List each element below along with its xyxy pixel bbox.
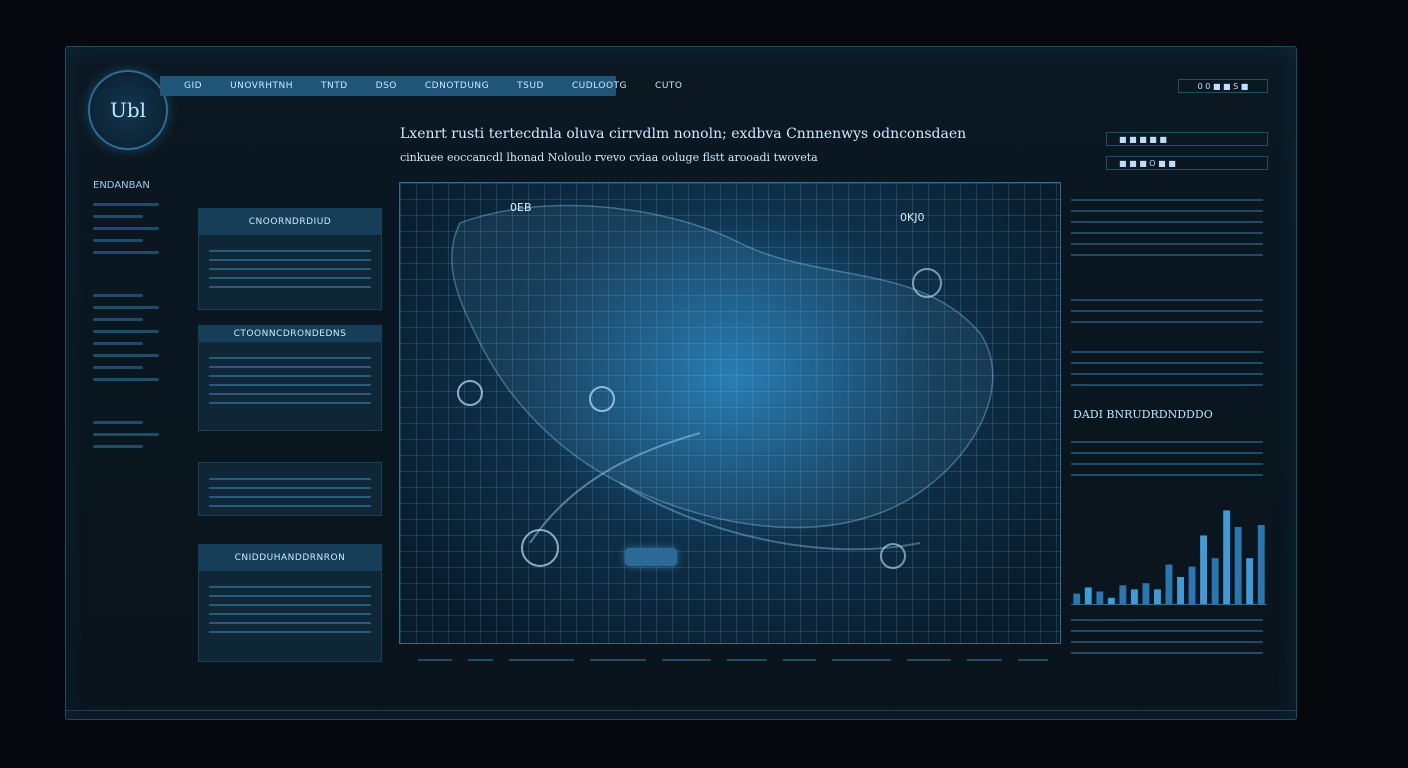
info-panel-1: CNOORNDRDIUD xyxy=(198,208,382,310)
sidebar-item[interactable] xyxy=(93,239,143,242)
logo-badge[interactable]: Ubl xyxy=(88,70,168,150)
chart-bar xyxy=(1142,583,1150,604)
top-nav-bar: GID UNOVRHTNH TNTD DSO CDNOTDUNG TSUD CUDLOOTG… xyxy=(160,76,682,96)
chart-bar xyxy=(1246,558,1254,604)
map-node[interactable] xyxy=(912,268,942,298)
chart-bar xyxy=(1257,525,1265,604)
right-data-block xyxy=(1071,190,1263,265)
chart-bar xyxy=(1096,591,1104,604)
nav-item[interactable]: CDNOTDUNG xyxy=(425,81,489,91)
sidebar-item[interactable] xyxy=(93,342,143,345)
map-label: 0EB xyxy=(510,201,532,214)
map-tooltip-chip[interactable] xyxy=(625,548,677,566)
sidebar-item[interactable] xyxy=(93,318,143,321)
page-title: Lxenrt rusti tertecdnla oluva cirrvdlm n… xyxy=(400,126,967,142)
chart-bar xyxy=(1119,585,1127,604)
chart-title: DADI BNRUDRDNDDDO xyxy=(1073,408,1213,421)
chart-bar xyxy=(1084,587,1092,604)
chart-bar xyxy=(1177,577,1184,604)
info-panel-4: CNIDDUHANDDRNRON xyxy=(198,544,382,662)
map-node[interactable] xyxy=(521,529,559,567)
sidebar-item[interactable] xyxy=(93,306,159,309)
left-sidebar: ENDANBAN xyxy=(93,180,173,457)
info-panel-3 xyxy=(198,462,382,516)
chart-bar xyxy=(1234,527,1242,604)
nav-item[interactable]: DSO xyxy=(376,81,397,91)
chart-bar xyxy=(1211,558,1219,604)
bar-chart-baseline xyxy=(1071,604,1267,605)
nav-item[interactable]: TSUD xyxy=(517,81,544,91)
sidebar-item[interactable] xyxy=(93,294,143,297)
info-panel-2: CTOONNCDRONDEDNS xyxy=(198,325,382,431)
sidebar-item[interactable] xyxy=(93,378,159,381)
panel-title: CNOORNDRDIUD xyxy=(199,209,381,235)
sidebar-item[interactable] xyxy=(93,354,159,357)
left-sidebar-title: ENDANBAN xyxy=(93,180,150,191)
map-label: 0KJ0 xyxy=(900,211,925,224)
chart-bar xyxy=(1073,593,1081,604)
right-data-block xyxy=(1071,610,1263,663)
chart-bar xyxy=(1223,510,1231,604)
sidebar-item[interactable] xyxy=(93,445,143,448)
right-data-block xyxy=(1071,342,1263,395)
panel-title: CNIDDUHANDDRNRON xyxy=(199,545,381,571)
nav-item[interactable]: CUDLOOTG xyxy=(572,81,627,91)
chart-bar xyxy=(1131,589,1138,604)
sidebar-item[interactable] xyxy=(93,330,159,333)
sidebar-item[interactable] xyxy=(93,421,143,424)
sidebar-item[interactable] xyxy=(93,215,143,218)
top-right-status-badge: 0 0 ■ ■ S ■ xyxy=(1178,79,1268,93)
map-overlay xyxy=(451,204,994,569)
panel-title: CTOONNCDRONDEDNS xyxy=(199,326,381,342)
world-map-view[interactable]: 0EB 0KJ0 xyxy=(399,182,1061,644)
nav-item[interactable]: UNOVRHTNH xyxy=(230,81,293,91)
nav-item[interactable]: CUTO xyxy=(655,81,682,91)
map-footer-bar xyxy=(418,655,1049,665)
logo-text: Ubl xyxy=(109,98,147,122)
sidebar-item[interactable] xyxy=(93,227,159,230)
sidebar-item[interactable] xyxy=(93,366,143,369)
frame-bottom-edge xyxy=(65,710,1296,719)
sidebar-item[interactable] xyxy=(93,433,159,436)
chart-bar xyxy=(1154,589,1161,604)
right-filter-box[interactable]: ■ ■ ■ O ■ ■ xyxy=(1106,156,1268,170)
nav-item[interactable]: GID xyxy=(184,81,202,91)
right-filter-box[interactable]: ■ ■ ■ ■ ■ xyxy=(1106,132,1268,146)
map-node[interactable] xyxy=(457,380,483,406)
chart-bar xyxy=(1188,566,1196,604)
nav-item[interactable]: TNTD xyxy=(321,81,348,91)
bar-chart xyxy=(1073,510,1265,604)
chart-bar xyxy=(1200,535,1207,604)
sidebar-item[interactable] xyxy=(93,251,159,254)
right-data-block xyxy=(1071,290,1263,332)
sidebar-item[interactable] xyxy=(93,203,159,206)
page-subtitle: cinkuee eoccancdl lhonad Noloulo rvevo c… xyxy=(400,151,818,164)
right-data-block xyxy=(1071,432,1263,485)
chart-bar xyxy=(1165,564,1173,604)
